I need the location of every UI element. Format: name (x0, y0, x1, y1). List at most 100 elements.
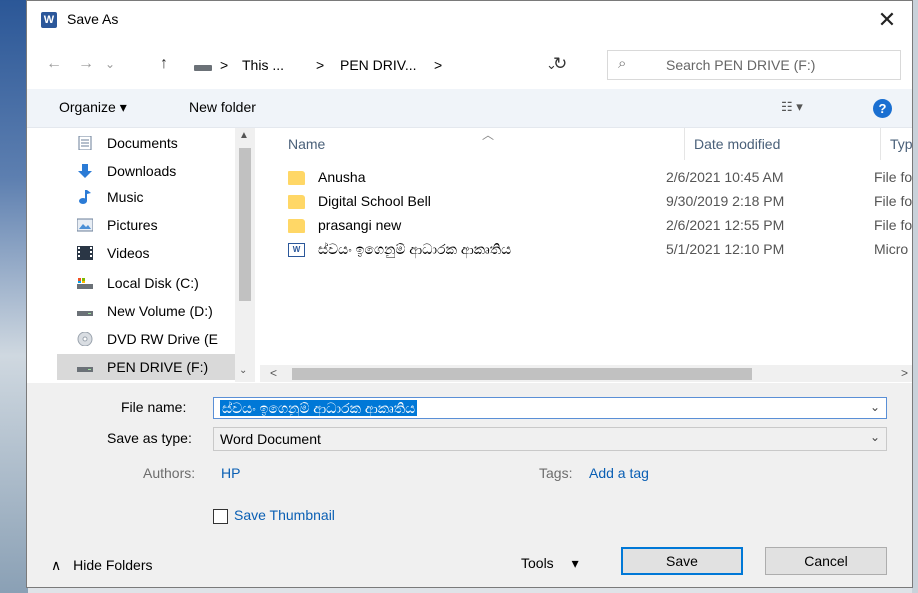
column-divider[interactable] (880, 128, 881, 160)
file-type: File fo (874, 193, 913, 209)
address-bar[interactable]: > This ... > PEN DRIV... > ⌄ (189, 50, 601, 82)
search-placeholder: Search PEN DRIVE (F:) (666, 57, 816, 73)
command-toolbar: Organize ▾ New folder ☷ ▾ ? (27, 89, 912, 128)
breadcrumb-separator: > (434, 57, 443, 73)
breadcrumb-separator: > (220, 57, 229, 73)
forward-icon[interactable]: → (75, 45, 97, 83)
new-folder-button[interactable]: New folder (189, 99, 256, 115)
organize-button[interactable]: Organize ▾ (59, 99, 127, 116)
folder-icon (288, 195, 305, 209)
close-button[interactable]: ✕ (872, 5, 902, 35)
documents-icon (78, 136, 92, 150)
file-row[interactable]: W ස්වයං ඉගෙනුම් ආධාරක ආකෘතිය 5/1/2021 12… (288, 238, 912, 262)
cancel-button[interactable]: Cancel (765, 547, 887, 575)
chevron-down-icon: ▾ (571, 555, 579, 571)
hide-folders-button[interactable]: ∧ Hide Folders (51, 557, 153, 574)
file-row[interactable]: Digital School Bell 9/30/2019 2:18 PM Fi… (288, 190, 913, 214)
navigation-scrollbar[interactable]: ▲ ⌄ (235, 128, 255, 382)
navigation-row: ← → ⌄ ↑ > This ... > PEN DRIV... > ⌄ ↻ ⌕… (27, 45, 912, 83)
horizontal-scrollbar[interactable]: < > (260, 365, 912, 382)
authors-value[interactable]: HP (221, 465, 240, 481)
navigation-pane: Documents Downloads Music Pictures Video… (27, 128, 259, 382)
file-name: ස්වයං ඉගෙනුම් ආධාරක ආකෘතිය (318, 241, 512, 257)
sidebar-item-local-disk[interactable]: Local Disk (C:) (55, 270, 259, 296)
column-divider[interactable] (684, 128, 685, 160)
file-list: ︿ Name Date modified Type Anusha 2/6/202… (260, 128, 913, 365)
word-app-icon: W (41, 12, 57, 28)
view-options-icon[interactable]: ☷ ▾ (781, 99, 803, 115)
help-icon[interactable]: ? (873, 99, 892, 118)
sidebar-item-documents[interactable]: Documents (55, 130, 259, 156)
sidebar-item-downloads[interactable]: Downloads (55, 158, 259, 184)
sidebar-item-label: Local Disk (C:) (107, 275, 199, 291)
dvd-icon (77, 332, 93, 346)
title-bar: W Save As ✕ (27, 1, 912, 39)
chevron-down-icon[interactable]: ⌄ (870, 400, 880, 414)
file-name: Digital School Bell (318, 193, 431, 209)
column-header-name[interactable]: Name (288, 136, 325, 152)
sort-ascending-icon: ︿ (482, 128, 495, 142)
file-name-value[interactable]: ස්වයං ඉගෙනුම් ආධාරක ආකෘතිය (220, 400, 418, 416)
sidebar-item-label: Videos (107, 245, 150, 261)
save-thumbnail-label[interactable]: Save Thumbnail (234, 507, 335, 523)
background-window-strip (0, 0, 28, 593)
authors-label: Authors: (143, 465, 196, 481)
tools-label: Tools (521, 555, 554, 571)
column-header-type[interactable]: Type (890, 136, 912, 152)
sidebar-item-music[interactable]: Music (55, 184, 259, 210)
file-date: 9/30/2019 2:18 PM (666, 193, 785, 209)
sidebar-item-label: Music (107, 189, 144, 205)
search-box[interactable]: ⌕ Search PEN DRIVE (F:) (607, 50, 901, 80)
tags-input[interactable]: Add a tag (589, 465, 649, 481)
sidebar-item-new-volume[interactable]: New Volume (D:) (55, 298, 259, 324)
sidebar-item-pen-drive[interactable]: PEN DRIVE (F:) (57, 354, 235, 380)
chevron-down-icon[interactable]: ⌄ (870, 430, 880, 444)
save-button[interactable]: Save (621, 547, 743, 575)
file-name: Anusha (318, 169, 366, 185)
save-options-panel: File name: ස්වයං ඉගෙනුම් ආධාරක ආකෘතිය ⌄ … (27, 383, 912, 587)
hide-folders-label: Hide Folders (73, 557, 153, 573)
sidebar-item-pictures[interactable]: Pictures (55, 212, 259, 238)
recent-locations-chevron-icon[interactable]: ⌄ (101, 45, 119, 83)
save-as-dialog: W Save As ✕ ← → ⌄ ↑ > This ... > PEN DRI… (26, 0, 913, 588)
save-as-type-select[interactable]: Word Document ⌄ (213, 427, 887, 451)
downloads-icon (78, 164, 92, 178)
save-as-type-value: Word Document (220, 431, 321, 447)
tools-button[interactable]: Tools ▾ (521, 555, 579, 572)
dialog-title: Save As (67, 11, 119, 27)
sidebar-item-videos[interactable]: Videos (55, 240, 259, 266)
file-date: 2/6/2021 10:45 AM (666, 169, 784, 185)
file-row[interactable]: Anusha 2/6/2021 10:45 AM File fo (288, 166, 913, 190)
file-date: 2/6/2021 12:55 PM (666, 217, 785, 233)
sidebar-item-label: Documents (107, 135, 178, 151)
scroll-thumb[interactable] (292, 368, 752, 380)
scroll-thumb[interactable] (239, 148, 251, 301)
scroll-left-icon[interactable]: < (270, 366, 277, 380)
pictures-icon (77, 218, 93, 232)
search-icon: ⌕ (618, 55, 627, 72)
folder-icon (288, 219, 305, 233)
scroll-up-icon[interactable]: ▲ (239, 130, 249, 141)
refresh-icon[interactable]: ↻ (553, 54, 567, 74)
usb-drive-icon (77, 367, 93, 372)
file-name-field[interactable]: ස්වයං ඉගෙනුම් ආධාරක ආකෘතිය ⌄ (213, 397, 887, 419)
sidebar-item-label: DVD RW Drive (E (107, 331, 218, 347)
back-icon[interactable]: ← (43, 45, 65, 83)
scroll-right-icon[interactable]: > (901, 366, 908, 380)
column-header-date-modified[interactable]: Date modified (694, 136, 780, 152)
file-type: File fo (874, 169, 913, 185)
file-date: 5/1/2021 12:10 PM (666, 241, 785, 257)
word-document-icon: W (288, 243, 305, 257)
file-name-label: File name: (121, 399, 187, 415)
breadcrumb-pen-drive[interactable]: PEN DRIV... (340, 57, 417, 73)
sidebar-item-dvd-drive[interactable]: DVD RW Drive (E (55, 326, 259, 352)
local-disk-icon (77, 278, 93, 289)
chevron-up-icon: ∧ (51, 557, 62, 573)
up-icon[interactable]: ↑ (153, 45, 175, 83)
expand-chevron-icon[interactable]: ⌄ (239, 365, 247, 376)
file-row[interactable]: prasangi new 2/6/2021 12:55 PM File fo (288, 214, 913, 238)
breadcrumb-this-pc[interactable]: This ... (242, 57, 284, 73)
file-type: File fo (874, 217, 913, 233)
sidebar-item-label: Downloads (107, 163, 177, 179)
save-thumbnail-checkbox[interactable] (213, 509, 228, 524)
